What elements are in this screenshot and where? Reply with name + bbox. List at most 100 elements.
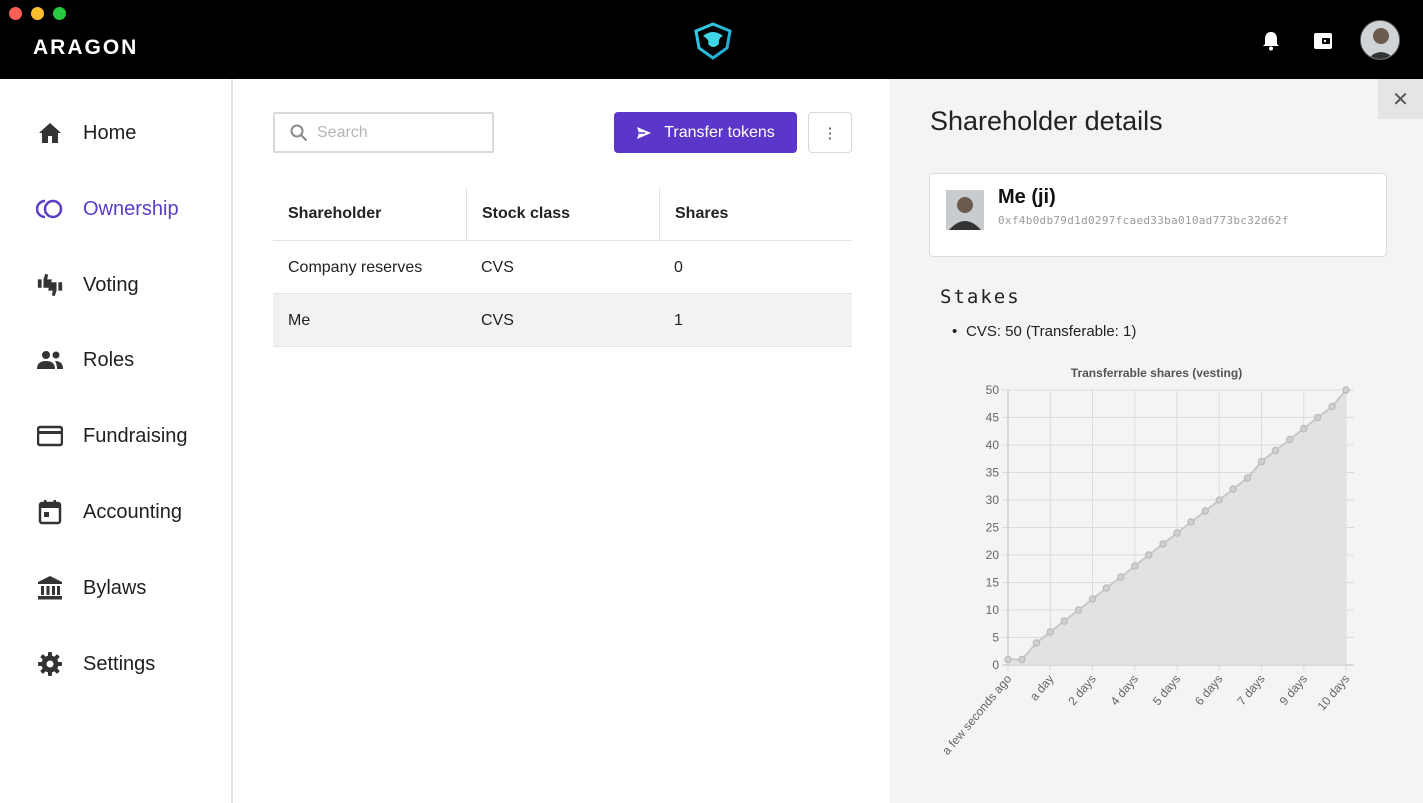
x-tick-label: 5 days <box>1150 672 1183 708</box>
data-point <box>1201 507 1210 515</box>
data-point <box>1046 628 1054 636</box>
cell-shares: 0 <box>674 258 683 276</box>
cell-shareholder: Me <box>288 311 311 329</box>
data-point <box>1074 606 1083 614</box>
send-icon <box>637 126 652 139</box>
vesting-chart: 0 5 10 15 20 25 30 35 40 45 50 a few seconds ago a d… <box>939 383 1354 758</box>
sidebar-item-label: Voting <box>83 273 139 296</box>
sidebar-item-label: Fundraising <box>83 424 188 447</box>
search-icon <box>290 124 308 142</box>
y-tick-label: 35 <box>986 466 1000 480</box>
data-point <box>1144 551 1153 559</box>
data-point <box>1300 424 1308 433</box>
sidebar: Home Ownership Voting Roles Fundraising … <box>0 79 233 803</box>
data-point <box>1018 655 1026 664</box>
y-tick-label: 50 <box>986 383 1000 397</box>
y-tick-label: 40 <box>986 438 1000 452</box>
more-options-button[interactable]: ⋮ <box>808 112 852 153</box>
cell-stock-class: CVS <box>481 311 514 329</box>
table-header: Shareholder Stock class Shares <box>273 187 852 241</box>
sidebar-item-fundraising[interactable]: Fundraising <box>0 413 231 459</box>
ownership-icon <box>36 195 64 223</box>
voting-icon <box>36 271 64 299</box>
x-tick-label: 10 days <box>1315 672 1353 713</box>
data-point <box>1313 413 1322 422</box>
x-tick-label: 4 days <box>1108 672 1141 708</box>
x-tick-label: 9 days <box>1277 672 1310 708</box>
sidebar-item-settings[interactable]: Settings <box>0 641 231 687</box>
data-point <box>1102 584 1111 592</box>
cell-stock-class: CVS <box>481 258 514 276</box>
user-avatar[interactable] <box>1360 20 1400 60</box>
shareholder-details-panel: ✕ Shareholder details Me (ji) 0xf4b0db79… <box>890 79 1423 803</box>
data-point <box>1286 435 1294 444</box>
table-row[interactable]: Company reserves CVS 0 <box>273 241 852 294</box>
y-tick-label: 0 <box>992 658 999 672</box>
x-tick-label: 2 days <box>1065 672 1098 708</box>
shareholders-table: Shareholder Stock class Shares Company r… <box>273 187 852 347</box>
y-tick-label: 15 <box>986 576 1000 590</box>
column-header-stock-class[interactable]: Stock class <box>466 187 659 241</box>
sidebar-item-ownership[interactable]: Ownership <box>0 186 231 232</box>
maximize-window-button[interactable] <box>53 7 66 20</box>
title-bar: ARAGON <box>0 0 1423 79</box>
bylaws-icon <box>36 574 64 602</box>
sidebar-item-roles[interactable]: Roles <box>0 337 231 383</box>
column-header-shareholder[interactable]: Shareholder <box>273 187 466 241</box>
y-tick-label: 25 <box>986 521 1000 535</box>
x-tick-label: a day <box>1027 672 1057 703</box>
search-box[interactable] <box>273 112 494 153</box>
data-point <box>1257 457 1266 466</box>
transfer-tokens-label: Transfer tokens <box>664 123 775 141</box>
y-tick-label: 10 <box>986 603 1000 617</box>
sidebar-item-label: Bylaws <box>83 576 147 599</box>
data-point <box>1117 573 1125 581</box>
data-point <box>1243 474 1252 482</box>
y-tick-label: 5 <box>992 631 999 645</box>
sidebar-item-label: Settings <box>83 652 156 675</box>
home-icon <box>36 119 64 147</box>
ownership-main: Transfer tokens ⋮ Shareholder Stock clas… <box>235 79 890 803</box>
data-point <box>1004 655 1012 664</box>
fundraising-icon <box>36 422 64 450</box>
transfer-tokens-button[interactable]: Transfer tokens <box>614 112 797 153</box>
aragon-eagle-logo <box>692 22 734 60</box>
sidebar-item-label: Home <box>83 121 137 144</box>
cell-shares: 1 <box>674 311 683 329</box>
sidebar-item-label: Roles <box>83 348 135 371</box>
data-point <box>1131 562 1139 570</box>
sidebar-item-accounting[interactable]: Accounting <box>0 489 231 535</box>
data-point <box>1173 529 1181 537</box>
wallet-icon[interactable] <box>1312 30 1334 52</box>
data-point <box>1032 639 1041 647</box>
close-window-button[interactable] <box>9 7 22 20</box>
data-point <box>1187 518 1195 526</box>
data-point <box>1342 386 1350 394</box>
cell-shareholder: Company reserves <box>288 258 423 276</box>
minimize-window-button[interactable] <box>31 7 44 20</box>
search-input[interactable] <box>317 114 487 151</box>
gear-icon <box>36 650 64 678</box>
table-row[interactable]: Me CVS 1 <box>273 294 852 347</box>
sidebar-item-bylaws[interactable]: Bylaws <box>0 565 231 611</box>
data-point <box>1215 496 1223 504</box>
data-point <box>1229 485 1237 493</box>
roles-icon <box>36 346 64 374</box>
data-point <box>1060 617 1068 625</box>
data-point <box>1159 540 1167 548</box>
data-point <box>1328 402 1336 411</box>
data-point <box>1271 446 1280 455</box>
sidebar-item-home[interactable]: Home <box>0 110 231 156</box>
y-tick-label: 20 <box>986 548 1000 562</box>
sidebar-item-label: Ownership <box>83 197 179 220</box>
column-header-shares[interactable]: Shares <box>659 187 852 241</box>
data-point <box>1088 595 1097 603</box>
bell-icon[interactable] <box>1260 30 1282 52</box>
calendar-icon <box>36 498 64 526</box>
brand-logo: ARAGON <box>33 36 139 59</box>
y-tick-label: 45 <box>986 411 1000 425</box>
x-tick-label: 7 days <box>1234 672 1267 708</box>
x-tick-label: a few seconds ago <box>939 672 1014 758</box>
sidebar-item-voting[interactable]: Voting <box>0 262 231 308</box>
sidebar-item-label: Accounting <box>83 500 182 523</box>
